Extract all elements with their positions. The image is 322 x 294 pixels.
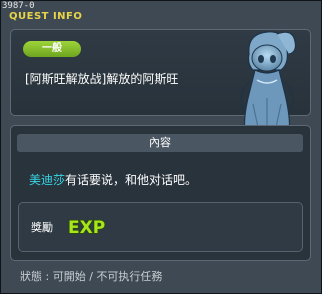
quest-status: 狀態 : 可開始 / 不可执行任務 [20, 270, 163, 283]
exp-icon: EXP [67, 217, 105, 237]
exp-icon-text: EXP [68, 218, 105, 237]
description-text: 有话要说，和他对话吧。 [65, 173, 198, 187]
npc-name-link[interactable]: 美迪莎 [29, 173, 65, 187]
window-id-label: 3987-0 [2, 1, 35, 11]
window-title: QUEST INFO [9, 11, 83, 22]
content-header: 內容 [17, 134, 303, 152]
reward-label: 獎勵 [31, 221, 53, 234]
quest-info-window: 3987-0 QUEST INFO 一般 [阿斯旺解放战]解放的阿斯旺 內容 美… [0, 0, 322, 294]
quest-header-panel: 一般 [阿斯旺解放战]解放的阿斯旺 [10, 29, 311, 133]
quest-description: 美迪莎有话要说，和他对话吧。 [29, 171, 197, 188]
npc-portrait-image [240, 31, 296, 133]
reward-box: 獎勵 EXP [18, 202, 303, 252]
quest-content-panel: 內容 美迪莎有话要说，和他对话吧。 獎勵 EXP [10, 125, 311, 261]
quest-category-badge: 一般 [23, 41, 81, 57]
quest-name: [阿斯旺解放战]解放的阿斯旺 [25, 72, 179, 86]
